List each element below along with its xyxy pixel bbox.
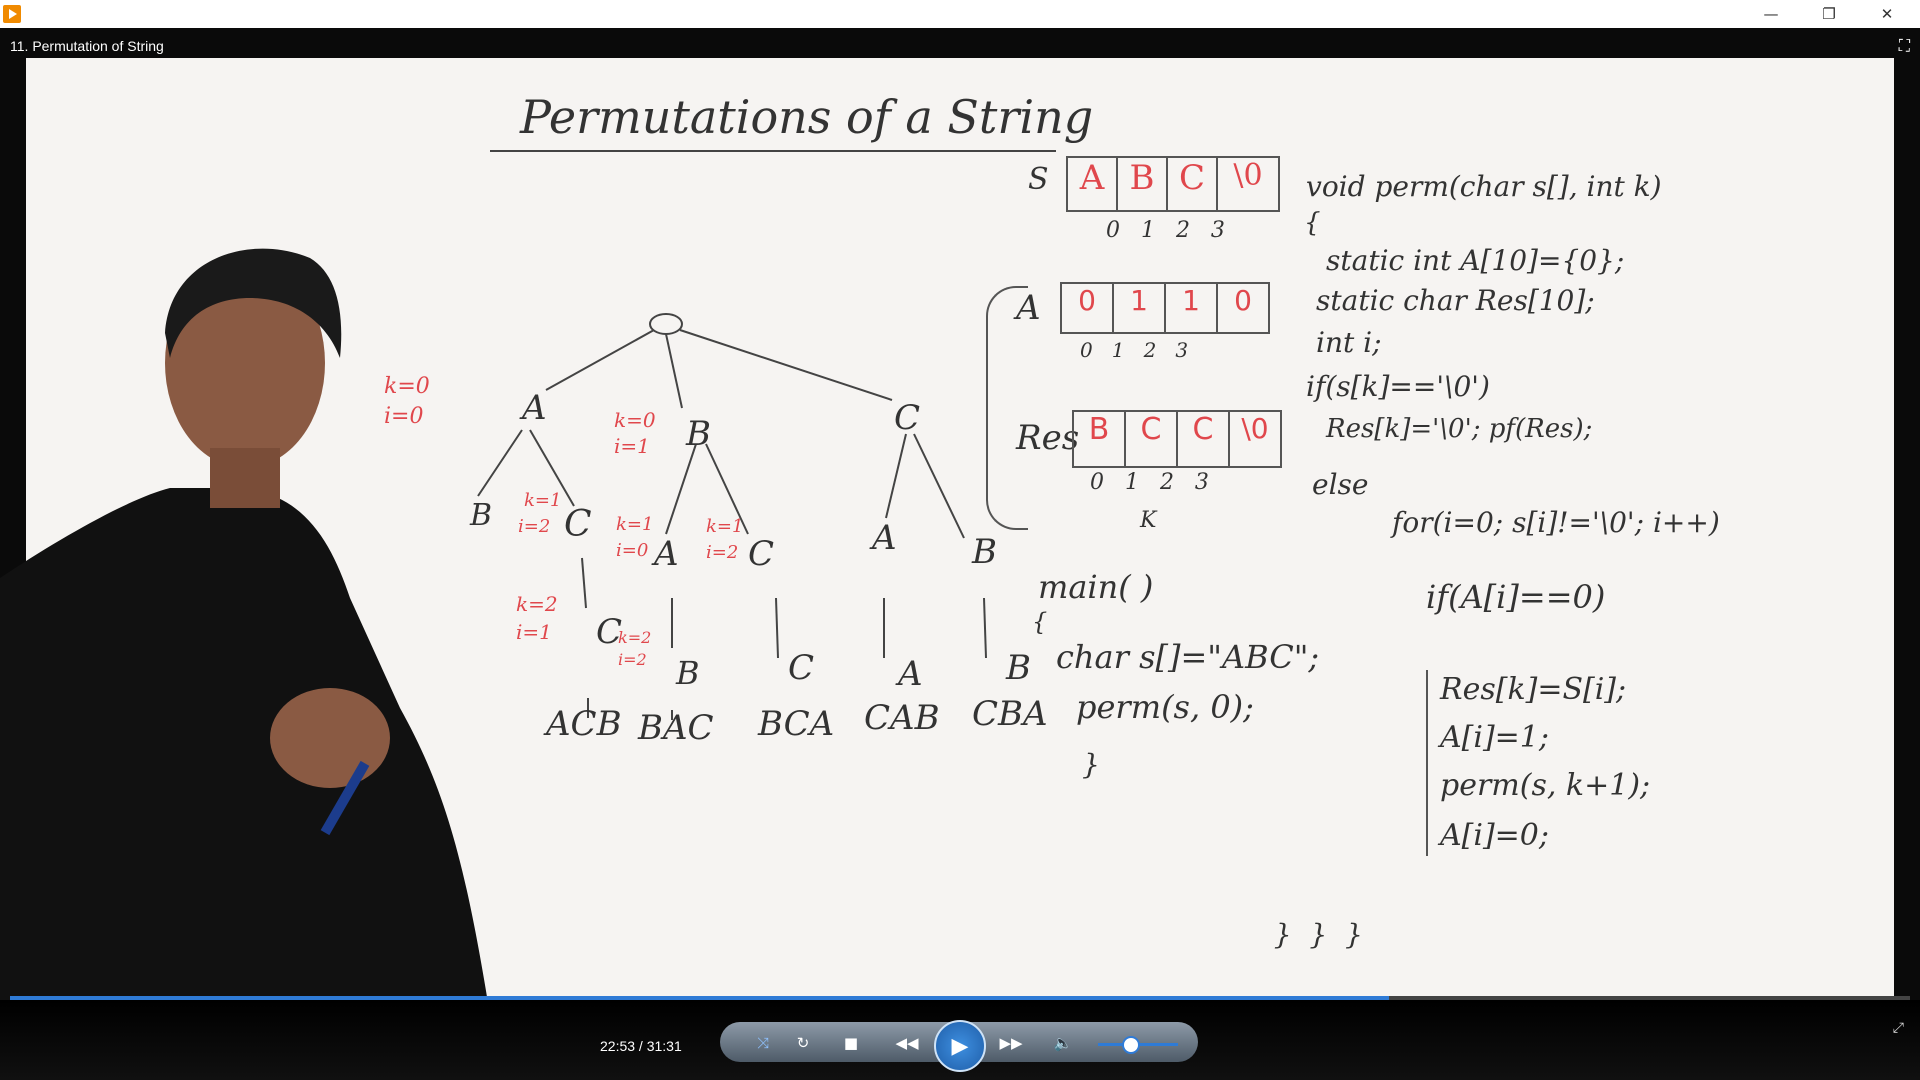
code-line: static int A[10]={0}; [1326, 244, 1625, 277]
tree-node: C [748, 534, 775, 574]
red-note: i=2 [706, 542, 739, 563]
tree-node: B [972, 532, 997, 572]
window-titlebar: — ❐ ✕ [0, 0, 1920, 28]
close-button[interactable]: ✕ [1864, 0, 1910, 28]
volume-knob[interactable] [1122, 1036, 1140, 1054]
code-line: static char Res[10]; [1316, 284, 1595, 317]
fullscreen-icon[interactable]: ⤢ [1893, 1020, 1904, 1036]
code-line: else [1312, 468, 1369, 501]
time-display: 22:53 / 31:31 [600, 1038, 682, 1054]
code-bracket [1426, 670, 1440, 856]
tree-node: B [676, 654, 700, 692]
instructor-figure [0, 248, 500, 1080]
play-button[interactable]: ▶ [934, 1020, 986, 1072]
result: CBA [972, 694, 1048, 734]
rewind-button[interactable]: ◀◀ [890, 1031, 924, 1055]
minimize-button[interactable]: — [1748, 0, 1794, 28]
restore-button[interactable]: ❐ [1806, 0, 1852, 28]
code-line: int i; [1316, 326, 1382, 359]
fast-forward-button[interactable]: ▶▶ [994, 1031, 1028, 1055]
code-line: void perm(char s[], int k) [1306, 170, 1662, 203]
a-cell: 0 [1234, 284, 1252, 317]
code-line: A[i]=0; [1440, 818, 1549, 853]
code-line: { [1304, 208, 1321, 238]
stop-button[interactable]: ■ [838, 1031, 864, 1055]
tree-node: A [654, 534, 679, 574]
s-cell: C [1168, 158, 1218, 210]
volume-icon[interactable]: 🔈 [1050, 1031, 1076, 1055]
video-area[interactable]: Permutations of a String S A B C \0 0 1 … [0, 28, 1920, 1080]
code-line: if(s[k]=='\0') [1306, 370, 1490, 403]
a-cell: 1 [1166, 284, 1218, 332]
result: CAB [864, 698, 940, 738]
code-line: Res[k]='\0'; pf(Res); [1326, 414, 1593, 444]
tree-node: A [898, 654, 923, 694]
res-cell: C [1178, 412, 1230, 466]
code-line: } } } [1256, 918, 1363, 951]
tree-node: B [686, 414, 711, 454]
code-line: A[i]=1; [1440, 720, 1549, 755]
player-controls: 22:53 / 31:31 ⤨ ↻ ■ ◀◀ ▶ ▶▶ 🔈 ⤢ [0, 1000, 1920, 1080]
res-cell: C [1126, 412, 1178, 466]
tree-node: A [872, 518, 897, 558]
k-label: K [1140, 508, 1157, 533]
repeat-icon[interactable]: ↻ [790, 1031, 816, 1055]
tree-node: C [894, 398, 921, 438]
result: BAC [638, 708, 714, 748]
expand-icon[interactable]: ⛶ [1899, 36, 1910, 56]
result: BCA [758, 704, 835, 744]
tree-node: B [1006, 648, 1031, 688]
code-line: for(i=0; s[i]!='\0'; i++) [1392, 506, 1720, 539]
res-cell: \0 [1241, 412, 1269, 445]
video-title: 11. Permutation of String [10, 38, 164, 54]
app-icon [3, 5, 21, 23]
tree-node: C [788, 648, 815, 688]
shuffle-icon[interactable]: ⤨ [750, 1031, 776, 1055]
code-line: if(A[i]==0) [1426, 578, 1606, 616]
code-line: Res[k]=S[i]; [1440, 672, 1627, 707]
s-cell: \0 [1233, 158, 1263, 193]
code-line: perm(s, k+1); [1440, 768, 1651, 803]
red-note: k=1 [706, 516, 744, 537]
